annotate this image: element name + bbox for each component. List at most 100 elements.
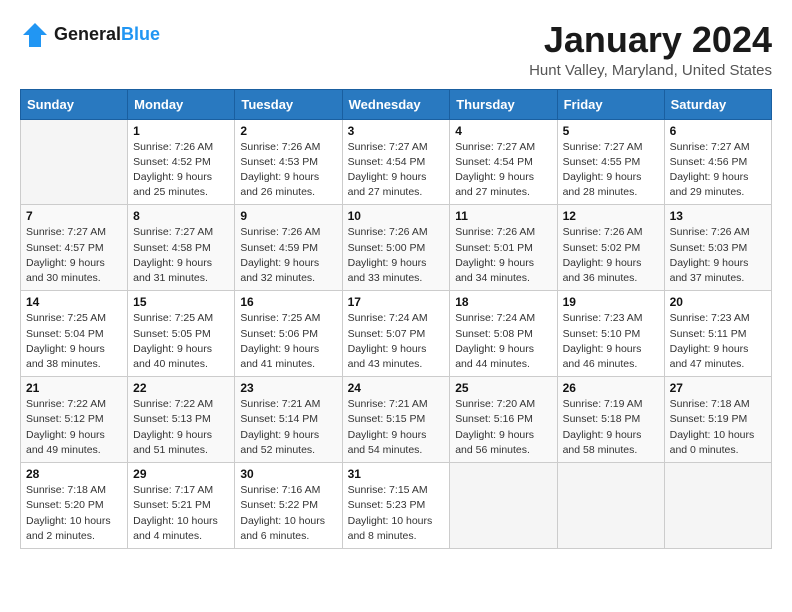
day-info: Sunrise: 7:27 AMSunset: 4:57 PMDaylight:…	[26, 225, 122, 286]
day-info: Sunrise: 7:26 AMSunset: 4:59 PMDaylight:…	[240, 225, 336, 286]
calendar-cell: 13Sunrise: 7:26 AMSunset: 5:03 PMDayligh…	[664, 205, 771, 291]
day-number: 20	[670, 295, 766, 309]
calendar-cell: 3 Sunrise: 7:27 AMSunset: 4:54 PMDaylight…	[342, 119, 450, 205]
day-number: 16	[240, 295, 336, 309]
day-number: 1	[133, 124, 229, 138]
day-info: Sunrise: 7:23 AMSunset: 5:11 PMDaylight:…	[670, 311, 766, 372]
calendar-table: SundayMondayTuesdayWednesdayThursdayFrid…	[20, 89, 772, 549]
day-info: Sunrise: 7:25 AMSunset: 5:05 PMDaylight:…	[133, 311, 229, 372]
day-info: Sunrise: 7:24 AMSunset: 5:07 PMDaylight:…	[348, 311, 445, 372]
day-info: Sunrise: 7:26 AMSunset: 4:53 PMDaylight:…	[240, 140, 336, 201]
day-number: 13	[670, 209, 766, 223]
weekday-header: Sunday	[21, 89, 128, 119]
calendar-cell: 11 Sunrise: 7:26 AMSunset: 5:01 PMDayligh…	[450, 205, 557, 291]
title-block: January 2024 Hunt Valley, Maryland, Unit…	[529, 20, 772, 79]
calendar-cell	[557, 463, 664, 549]
calendar-cell	[21, 119, 128, 205]
calendar-cell: 31 Sunrise: 7:15 AMSunset: 5:23 PMDayligh…	[342, 463, 450, 549]
day-info: Sunrise: 7:25 AMSunset: 5:04 PMDaylight:…	[26, 311, 122, 372]
day-info: Sunrise: 7:15 AMSunset: 5:23 PMDaylight:…	[348, 483, 445, 544]
day-number: 31	[348, 467, 445, 481]
calendar-cell	[664, 463, 771, 549]
day-number: 21	[26, 381, 122, 395]
day-info: Sunrise: 7:22 AMSunset: 5:13 PMDaylight:…	[133, 397, 229, 458]
calendar-cell: 4 Sunrise: 7:27 AMSunset: 4:54 PMDaylight…	[450, 119, 557, 205]
calendar-cell: 28 Sunrise: 7:18 AMSunset: 5:20 PMDayligh…	[21, 463, 128, 549]
day-info: Sunrise: 7:27 AMSunset: 4:54 PMDaylight:…	[348, 140, 445, 201]
day-number: 24	[348, 381, 445, 395]
logo: GeneralBlue	[20, 20, 160, 50]
calendar-cell: 16 Sunrise: 7:25 AMSunset: 5:06 PMDayligh…	[235, 291, 342, 377]
calendar-cell: 25 Sunrise: 7:20 AMSunset: 5:16 PMDayligh…	[450, 377, 557, 463]
weekday-header: Tuesday	[235, 89, 342, 119]
day-info: Sunrise: 7:19 AMSunset: 5:18 PMDaylight:…	[563, 397, 659, 458]
day-number: 10	[348, 209, 445, 223]
logo-text: GeneralBlue	[54, 25, 160, 45]
day-info: Sunrise: 7:21 AMSunset: 5:15 PMDaylight:…	[348, 397, 445, 458]
day-info: Sunrise: 7:20 AMSunset: 5:16 PMDaylight:…	[455, 397, 551, 458]
calendar-cell: 12 Sunrise: 7:26 AMSunset: 5:02 PMDayligh…	[557, 205, 664, 291]
day-number: 14	[26, 295, 122, 309]
day-info: Sunrise: 7:27 AMSunset: 4:54 PMDaylight:…	[455, 140, 551, 201]
day-number: 7	[26, 209, 122, 223]
calendar-cell: 19 Sunrise: 7:23 AMSunset: 5:10 PMDayligh…	[557, 291, 664, 377]
calendar-cell: 14 Sunrise: 7:25 AMSunset: 5:04 PMDayligh…	[21, 291, 128, 377]
calendar-cell: 7 Sunrise: 7:27 AMSunset: 4:57 PMDaylight…	[21, 205, 128, 291]
calendar-cell: 27Sunrise: 7:18 AMSunset: 5:19 PMDayligh…	[664, 377, 771, 463]
day-number: 12	[563, 209, 659, 223]
day-info: Sunrise: 7:27 AMSunset: 4:56 PMDaylight:…	[670, 140, 766, 201]
day-number: 30	[240, 467, 336, 481]
calendar-cell: 8Sunrise: 7:27 AMSunset: 4:58 PMDaylight…	[128, 205, 235, 291]
day-number: 3	[348, 124, 445, 138]
calendar-cell: 18Sunrise: 7:24 AMSunset: 5:08 PMDayligh…	[450, 291, 557, 377]
calendar-cell: 23Sunrise: 7:21 AMSunset: 5:14 PMDayligh…	[235, 377, 342, 463]
day-info: Sunrise: 7:17 AMSunset: 5:21 PMDaylight:…	[133, 483, 229, 544]
calendar-cell: 5Sunrise: 7:27 AMSunset: 4:55 PMDaylight…	[557, 119, 664, 205]
weekday-header: Wednesday	[342, 89, 450, 119]
weekday-header: Saturday	[664, 89, 771, 119]
day-number: 25	[455, 381, 551, 395]
calendar-title: January 2024	[529, 20, 772, 60]
day-number: 29	[133, 467, 229, 481]
day-number: 9	[240, 209, 336, 223]
day-info: Sunrise: 7:26 AMSunset: 5:02 PMDaylight:…	[563, 225, 659, 286]
day-info: Sunrise: 7:25 AMSunset: 5:06 PMDaylight:…	[240, 311, 336, 372]
day-number: 6	[670, 124, 766, 138]
day-number: 19	[563, 295, 659, 309]
calendar-cell: 17 Sunrise: 7:24 AMSunset: 5:07 PMDayligh…	[342, 291, 450, 377]
day-number: 8	[133, 209, 229, 223]
calendar-cell: 1 Sunrise: 7:26 AMSunset: 4:52 PMDaylight…	[128, 119, 235, 205]
day-number: 4	[455, 124, 551, 138]
calendar-cell: 30 Sunrise: 7:16 AMSunset: 5:22 PMDayligh…	[235, 463, 342, 549]
day-number: 17	[348, 295, 445, 309]
day-info: Sunrise: 7:18 AMSunset: 5:20 PMDaylight:…	[26, 483, 122, 544]
calendar-subtitle: Hunt Valley, Maryland, United States	[529, 62, 772, 79]
day-info: Sunrise: 7:23 AMSunset: 5:10 PMDaylight:…	[563, 311, 659, 372]
calendar-cell: 21Sunrise: 7:22 AMSunset: 5:12 PMDayligh…	[21, 377, 128, 463]
day-number: 11	[455, 209, 551, 223]
calendar-cell: 20 Sunrise: 7:23 AMSunset: 5:11 PMDayligh…	[664, 291, 771, 377]
day-info: Sunrise: 7:26 AMSunset: 4:52 PMDaylight:…	[133, 140, 229, 201]
calendar-cell: 29 Sunrise: 7:17 AMSunset: 5:21 PMDayligh…	[128, 463, 235, 549]
day-number: 22	[133, 381, 229, 395]
day-number: 2	[240, 124, 336, 138]
weekday-header: Monday	[128, 89, 235, 119]
page-header: GeneralBlue January 2024 Hunt Valley, Ma…	[20, 20, 772, 79]
day-info: Sunrise: 7:16 AMSunset: 5:22 PMDaylight:…	[240, 483, 336, 544]
day-number: 5	[563, 124, 659, 138]
calendar-cell: 2 Sunrise: 7:26 AMSunset: 4:53 PMDaylight…	[235, 119, 342, 205]
calendar-cell: 15Sunrise: 7:25 AMSunset: 5:05 PMDayligh…	[128, 291, 235, 377]
calendar-cell: 6 Sunrise: 7:27 AMSunset: 4:56 PMDaylight…	[664, 119, 771, 205]
day-info: Sunrise: 7:26 AMSunset: 5:01 PMDaylight:…	[455, 225, 551, 286]
day-info: Sunrise: 7:26 AMSunset: 5:00 PMDaylight:…	[348, 225, 445, 286]
day-info: Sunrise: 7:21 AMSunset: 5:14 PMDaylight:…	[240, 397, 336, 458]
day-info: Sunrise: 7:24 AMSunset: 5:08 PMDaylight:…	[455, 311, 551, 372]
logo-icon	[20, 20, 50, 50]
day-info: Sunrise: 7:18 AMSunset: 5:19 PMDaylight:…	[670, 397, 766, 458]
day-number: 28	[26, 467, 122, 481]
day-number: 26	[563, 381, 659, 395]
calendar-cell: 9 Sunrise: 7:26 AMSunset: 4:59 PMDaylight…	[235, 205, 342, 291]
weekday-header: Friday	[557, 89, 664, 119]
calendar-cell: 26 Sunrise: 7:19 AMSunset: 5:18 PMDayligh…	[557, 377, 664, 463]
calendar-cell: 10 Sunrise: 7:26 AMSunset: 5:00 PMDayligh…	[342, 205, 450, 291]
